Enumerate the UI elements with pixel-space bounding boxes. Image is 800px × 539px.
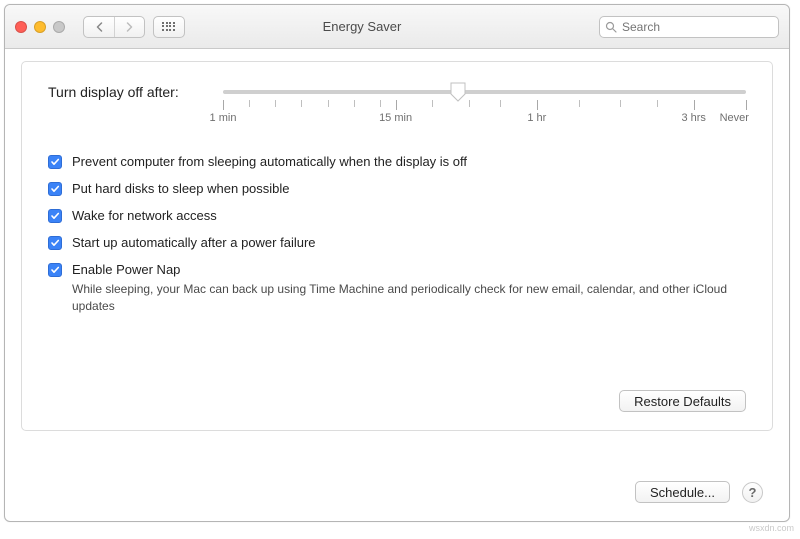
tick-label-1hr: 1 hr xyxy=(527,112,546,124)
show-all-button[interactable] xyxy=(153,16,185,38)
display-off-label: Turn display off after: xyxy=(48,84,223,100)
window-controls xyxy=(15,21,65,33)
search-field[interactable] xyxy=(599,16,779,38)
power-nap-row[interactable]: Enable Power Nap While sleeping, your Ma… xyxy=(48,262,746,314)
slider-ticks xyxy=(223,100,746,110)
energy-saver-window: Energy Saver Turn display off after: xyxy=(4,4,790,522)
prevent-sleep-row[interactable]: Prevent computer from sleeping automatic… xyxy=(48,154,746,171)
watermark: wsxdn.com xyxy=(749,523,794,533)
chevron-left-icon xyxy=(95,22,104,32)
back-button[interactable] xyxy=(84,17,114,37)
schedule-button[interactable]: Schedule... xyxy=(635,481,730,503)
wake-network-label: Wake for network access xyxy=(72,208,217,225)
display-off-slider[interactable]: 1 min 15 min 1 hr 3 hrs Never xyxy=(223,84,746,128)
tick-label-never: Never xyxy=(720,112,749,124)
zoom-icon[interactable] xyxy=(53,21,65,33)
checkbox-checked-icon[interactable] xyxy=(48,263,62,277)
hd-sleep-label: Put hard disks to sleep when possible xyxy=(72,181,290,198)
forward-button[interactable] xyxy=(114,17,144,37)
display-off-row: Turn display off after: xyxy=(48,84,746,128)
power-nap-label: Enable Power Nap xyxy=(72,262,180,277)
slider-labels: 1 min 15 min 1 hr 3 hrs Never xyxy=(223,112,746,128)
checkbox-list: Prevent computer from sleeping automatic… xyxy=(48,154,746,314)
search-input[interactable] xyxy=(599,16,779,38)
tick-label-1min: 1 min xyxy=(210,112,237,124)
prevent-sleep-label: Prevent computer from sleeping automatic… xyxy=(72,154,467,171)
tick-label-3hrs: 3 hrs xyxy=(681,112,705,124)
nav-back-forward xyxy=(83,16,145,38)
settings-box: Turn display off after: xyxy=(21,61,773,431)
toolbar: Energy Saver xyxy=(5,5,789,49)
search-icon xyxy=(605,21,617,33)
minimize-icon[interactable] xyxy=(34,21,46,33)
wake-network-row[interactable]: Wake for network access xyxy=(48,208,746,225)
footer: Schedule... ? xyxy=(635,481,763,503)
checkbox-checked-icon[interactable] xyxy=(48,236,62,250)
window-title: Energy Saver xyxy=(133,19,591,34)
checkbox-checked-icon[interactable] xyxy=(48,182,62,196)
hd-sleep-row[interactable]: Put hard disks to sleep when possible xyxy=(48,181,746,198)
slider-track xyxy=(223,90,746,94)
restore-defaults-button[interactable]: Restore Defaults xyxy=(619,390,746,412)
auto-start-row[interactable]: Start up automatically after a power fai… xyxy=(48,235,746,252)
grid-icon xyxy=(162,22,176,32)
chevron-right-icon xyxy=(125,22,134,32)
checkbox-checked-icon[interactable] xyxy=(48,209,62,223)
close-icon[interactable] xyxy=(15,21,27,33)
panel: Turn display off after: xyxy=(5,49,789,521)
auto-start-label: Start up automatically after a power fai… xyxy=(72,235,316,252)
checkbox-checked-icon[interactable] xyxy=(48,155,62,169)
help-icon: ? xyxy=(749,485,757,500)
power-nap-description: While sleeping, your Mac can back up usi… xyxy=(72,281,746,313)
tick-label-15min: 15 min xyxy=(379,112,412,124)
help-button[interactable]: ? xyxy=(742,482,763,503)
